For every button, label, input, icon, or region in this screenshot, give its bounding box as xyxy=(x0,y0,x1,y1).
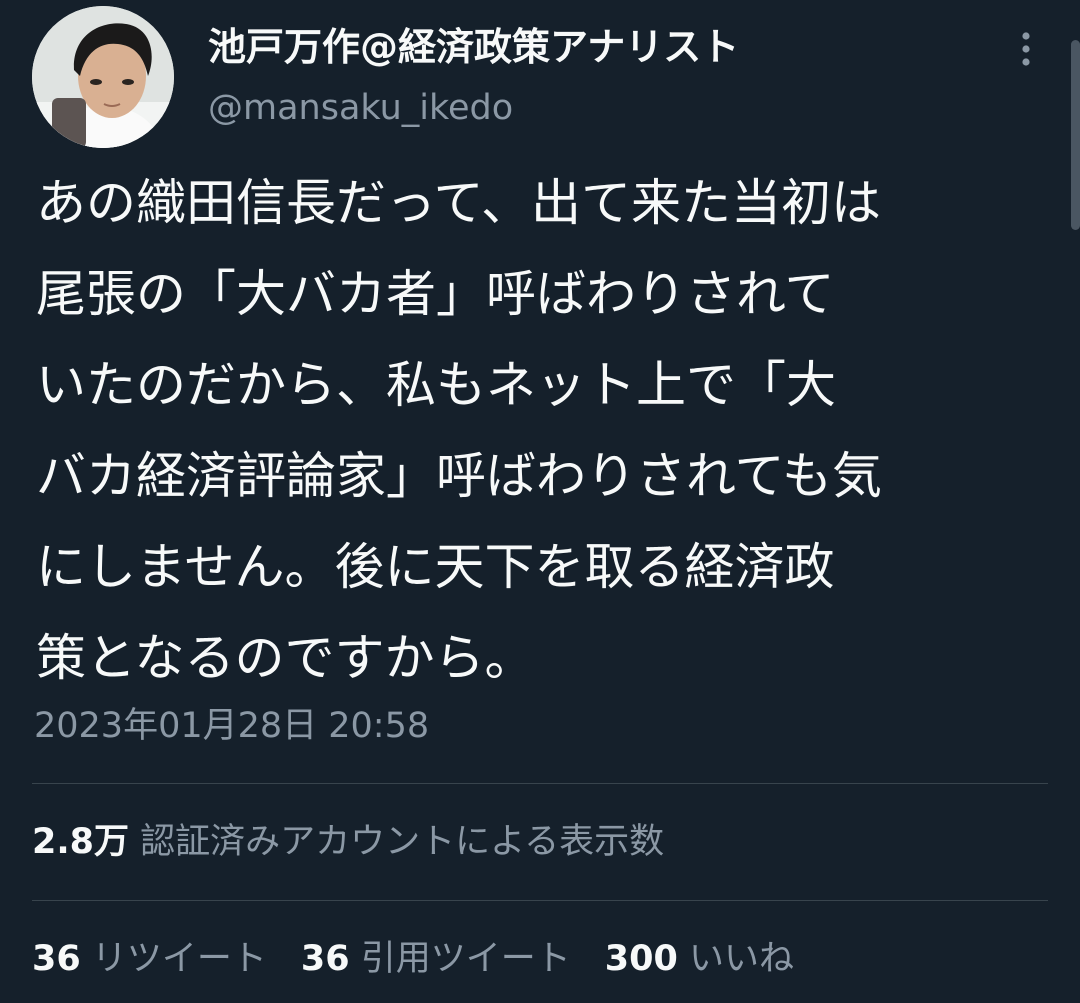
likes-stat[interactable]: 300 いいね xyxy=(605,936,794,982)
user-avatar-photo xyxy=(32,6,174,148)
tweet-text: あの織田信長だって、出て来た当初は 尾張の「大バカ者」呼ばわりされて いたのだか… xyxy=(36,158,1056,704)
scrollbar[interactable] xyxy=(1071,40,1080,230)
quotes-count: 36 xyxy=(300,939,350,979)
engagement-row: 36 リツイート 36 引用ツイート 300 いいね xyxy=(32,936,828,982)
retweets-stat[interactable]: 36 リツイート xyxy=(32,936,267,982)
tweet-text-line: あの織田信長だって、出て来た当初は xyxy=(36,174,881,232)
tweet-text-line: いたのだから、私もネット上で「大 xyxy=(36,356,836,414)
author-handle[interactable]: @mansaku_ikedo xyxy=(208,86,513,130)
tweet-timestamp[interactable]: 2023年01月28日 20:58 xyxy=(34,703,429,749)
more-button[interactable] xyxy=(1004,24,1048,74)
quotes-label: 引用ツイート xyxy=(360,939,571,979)
more-vertical-icon xyxy=(1022,32,1030,66)
likes-count: 300 xyxy=(604,939,678,979)
retweets-count: 36 xyxy=(32,939,81,979)
views-row: 2.8万 認証済みアカウントによる表示数 xyxy=(32,819,664,865)
divider xyxy=(32,783,1048,784)
avatar[interactable] xyxy=(32,6,174,148)
likes-label: いいね xyxy=(688,939,794,979)
tweet-text-line: バカ経済評論家」呼ばわりされても気 xyxy=(36,447,882,505)
tweet-text-line: にしません。後に天下を取る経済政 xyxy=(36,538,835,596)
tweet-text-line: 尾張の「大バカ者」呼ばわりされて xyxy=(36,265,835,323)
retweets-label: リツイート xyxy=(91,939,267,979)
quotes-stat[interactable]: 36 引用ツイート xyxy=(301,936,571,982)
author-display-name[interactable]: 池戸万作@経済政策アナリスト xyxy=(208,24,739,70)
tweet-text-line: 策となるのですから。 xyxy=(36,629,535,687)
views-label: 認証済みアカウントによる表示数 xyxy=(140,822,665,862)
views-count: 2.8万 xyxy=(32,822,130,862)
divider xyxy=(32,900,1048,901)
